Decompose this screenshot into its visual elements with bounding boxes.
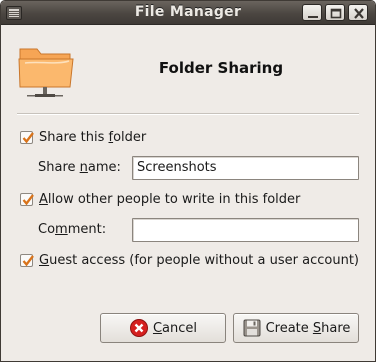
checkbox-checked-icon[interactable] [20,130,34,144]
share-name-label: Share name: [38,160,121,175]
allow-write-label: Allow other people to write in this fold… [39,191,301,207]
guest-access-label: Guest access (for people without a user … [39,252,359,268]
create-share-label: Create Share [265,320,351,336]
guest-access-checkbox[interactable]: Guest access (for people without a user … [20,251,359,269]
checkbox-checked-icon[interactable] [20,192,34,206]
separator [17,113,359,115]
comment-label: Comment: [38,222,107,237]
folder-sharing-dialog: File Manager Folder Sharing Share this f… [0,0,376,362]
maximize-button[interactable] [325,4,345,21]
share-name-input[interactable]: Screenshots [132,156,359,180]
cancel-label: Cancel [152,320,198,336]
share-folder-checkbox[interactable]: Share this folder [20,128,146,146]
cancel-icon [129,319,148,337]
dialog-heading: Folder Sharing [158,59,284,77]
allow-write-checkbox[interactable]: Allow other people to write in this fold… [20,190,300,208]
cancel-button[interactable]: Cancel [100,313,226,343]
close-button[interactable] [348,4,368,21]
minimize-button[interactable] [302,4,322,21]
shared-folder-icon [18,48,74,97]
floppy-disk-icon [243,319,261,337]
title-bar[interactable]: File Manager [1,1,375,25]
checkbox-checked-icon[interactable] [20,253,34,267]
comment-input[interactable] [132,218,359,242]
share-folder-label: Share this folder [39,129,147,145]
create-share-button[interactable]: Create Share [233,313,359,343]
